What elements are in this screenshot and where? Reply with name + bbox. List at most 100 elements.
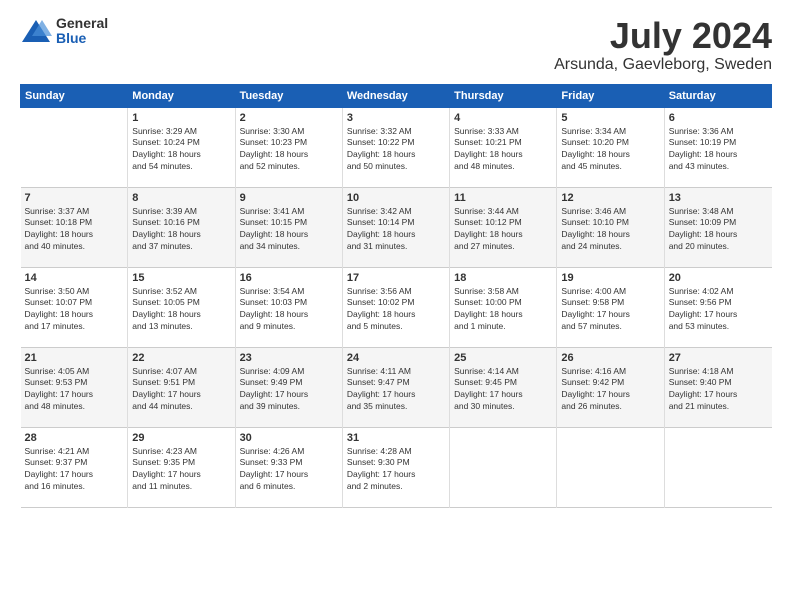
calendar-cell: 6 Sunrise: 3:36 AMSunset: 10:19 PMDayligh… xyxy=(664,107,771,187)
cell-content: Sunrise: 3:41 AMSunset: 10:15 PMDaylight… xyxy=(240,206,338,254)
day-number: 13 xyxy=(669,192,768,204)
day-number: 31 xyxy=(347,432,445,444)
cell-content: Sunrise: 3:58 AMSunset: 10:00 PMDaylight… xyxy=(454,286,552,334)
week-row-2: 7 Sunrise: 3:37 AMSunset: 10:18 PMDayligh… xyxy=(21,187,772,267)
calendar-cell: 4 Sunrise: 3:33 AMSunset: 10:21 PMDayligh… xyxy=(450,107,557,187)
calendar-cell: 13 Sunrise: 3:48 AMSunset: 10:09 PMDaylig… xyxy=(664,187,771,267)
cell-content: Sunrise: 4:16 AMSunset: 9:42 PMDaylight:… xyxy=(561,366,659,414)
day-number: 5 xyxy=(561,112,659,124)
cell-content: Sunrise: 3:48 AMSunset: 10:09 PMDaylight… xyxy=(669,206,768,254)
calendar-cell: 14 Sunrise: 3:50 AMSunset: 10:07 PMDaylig… xyxy=(21,267,128,347)
day-number: 19 xyxy=(561,272,659,284)
calendar-cell: 27 Sunrise: 4:18 AMSunset: 9:40 PMDayligh… xyxy=(664,347,771,427)
calendar-table: SundayMondayTuesdayWednesdayThursdayFrid… xyxy=(20,84,772,508)
day-number: 25 xyxy=(454,352,552,364)
day-number: 16 xyxy=(240,272,338,284)
day-number: 18 xyxy=(454,272,552,284)
day-number: 4 xyxy=(454,112,552,124)
day-number: 2 xyxy=(240,112,338,124)
header-row: SundayMondayTuesdayWednesdayThursdayFrid… xyxy=(21,84,772,107)
cell-content: Sunrise: 3:42 AMSunset: 10:14 PMDaylight… xyxy=(347,206,445,254)
day-number: 9 xyxy=(240,192,338,204)
day-number: 11 xyxy=(454,192,552,204)
cell-content: Sunrise: 3:50 AMSunset: 10:07 PMDaylight… xyxy=(25,286,124,334)
calendar-cell: 17 Sunrise: 3:56 AMSunset: 10:02 PMDaylig… xyxy=(342,267,449,347)
cell-content: Sunrise: 4:14 AMSunset: 9:45 PMDaylight:… xyxy=(454,366,552,414)
cell-content: Sunrise: 3:44 AMSunset: 10:12 PMDaylight… xyxy=(454,206,552,254)
header: General Blue July 2024 Arsunda, Gaevlebo… xyxy=(20,16,772,74)
cell-content: Sunrise: 4:07 AMSunset: 9:51 PMDaylight:… xyxy=(132,366,230,414)
day-number: 7 xyxy=(25,192,124,204)
calendar-cell: 12 Sunrise: 3:46 AMSunset: 10:10 PMDaylig… xyxy=(557,187,664,267)
day-number: 28 xyxy=(25,432,124,444)
cell-content: Sunrise: 4:00 AMSunset: 9:58 PMDaylight:… xyxy=(561,286,659,334)
calendar-header: SundayMondayTuesdayWednesdayThursdayFrid… xyxy=(21,84,772,107)
page: General Blue July 2024 Arsunda, Gaevlebo… xyxy=(0,0,792,612)
cell-content: Sunrise: 4:11 AMSunset: 9:47 PMDaylight:… xyxy=(347,366,445,414)
location: Arsunda, Gaevleborg, Sweden xyxy=(554,56,772,74)
calendar-cell: 5Sunrise: 3:34 AMSunset: 10:20 PMDayligh… xyxy=(557,107,664,187)
calendar-cell: 25 Sunrise: 4:14 AMSunset: 9:45 PMDayligh… xyxy=(450,347,557,427)
calendar-cell: 9 Sunrise: 3:41 AMSunset: 10:15 PMDayligh… xyxy=(235,187,342,267)
cell-content: Sunrise: 3:52 AMSunset: 10:05 PMDaylight… xyxy=(132,286,230,334)
cell-content: Sunrise: 3:46 AMSunset: 10:10 PMDaylight… xyxy=(561,206,659,254)
cell-content: Sunrise: 3:30 AMSunset: 10:23 PMDaylight… xyxy=(240,126,338,174)
week-row-5: 28 Sunrise: 4:21 AMSunset: 9:37 PMDayligh… xyxy=(21,427,772,507)
week-row-3: 14 Sunrise: 3:50 AMSunset: 10:07 PMDaylig… xyxy=(21,267,772,347)
cell-content: Sunrise: 3:54 AMSunset: 10:03 PMDaylight… xyxy=(240,286,338,334)
cell-content: Sunrise: 4:21 AMSunset: 9:37 PMDaylight:… xyxy=(25,446,124,494)
cell-content: Sunrise: 4:26 AMSunset: 9:33 PMDaylight:… xyxy=(240,446,338,494)
cell-content: Sunrise: 4:05 AMSunset: 9:53 PMDaylight:… xyxy=(25,366,124,414)
day-number: 15 xyxy=(132,272,230,284)
day-number: 22 xyxy=(132,352,230,364)
calendar-cell: 2 Sunrise: 3:30 AMSunset: 10:23 PMDayligh… xyxy=(235,107,342,187)
cell-content: Sunrise: 3:36 AMSunset: 10:19 PMDaylight… xyxy=(669,126,768,174)
cell-content: Sunrise: 3:32 AMSunset: 10:22 PMDaylight… xyxy=(347,126,445,174)
calendar-cell xyxy=(664,427,771,507)
cell-content: Sunrise: 4:23 AMSunset: 9:35 PMDaylight:… xyxy=(132,446,230,494)
logo: General Blue xyxy=(20,16,108,47)
calendar-cell: 23 Sunrise: 4:09 AMSunset: 9:49 PMDayligh… xyxy=(235,347,342,427)
month-year: July 2024 xyxy=(554,16,772,56)
day-number: 27 xyxy=(669,352,768,364)
cell-content: Sunrise: 4:02 AMSunset: 9:56 PMDaylight:… xyxy=(669,286,768,334)
day-number: 20 xyxy=(669,272,768,284)
day-number: 1 xyxy=(132,112,230,124)
cell-content: Sunrise: 4:18 AMSunset: 9:40 PMDaylight:… xyxy=(669,366,768,414)
calendar-cell: 7 Sunrise: 3:37 AMSunset: 10:18 PMDayligh… xyxy=(21,187,128,267)
calendar-cell xyxy=(21,107,128,187)
day-number: 30 xyxy=(240,432,338,444)
calendar-body: 1 Sunrise: 3:29 AMSunset: 10:24 PMDayligh… xyxy=(21,107,772,507)
calendar-cell: 16 Sunrise: 3:54 AMSunset: 10:03 PMDaylig… xyxy=(235,267,342,347)
calendar-cell: 18 Sunrise: 3:58 AMSunset: 10:00 PMDaylig… xyxy=(450,267,557,347)
cell-content: Sunrise: 3:29 AMSunset: 10:24 PMDaylight… xyxy=(132,126,230,174)
header-thursday: Thursday xyxy=(450,84,557,107)
header-monday: Monday xyxy=(128,84,235,107)
cell-content: Sunrise: 3:37 AMSunset: 10:18 PMDaylight… xyxy=(25,206,124,254)
calendar-cell: 3Sunrise: 3:32 AMSunset: 10:22 PMDayligh… xyxy=(342,107,449,187)
cell-content: Sunrise: 3:56 AMSunset: 10:02 PMDaylight… xyxy=(347,286,445,334)
title-block: July 2024 Arsunda, Gaevleborg, Sweden xyxy=(554,16,772,74)
calendar-cell: 30 Sunrise: 4:26 AMSunset: 9:33 PMDayligh… xyxy=(235,427,342,507)
day-number: 8 xyxy=(132,192,230,204)
calendar-cell: 26Sunrise: 4:16 AMSunset: 9:42 PMDayligh… xyxy=(557,347,664,427)
day-number: 17 xyxy=(347,272,445,284)
day-number: 12 xyxy=(561,192,659,204)
cell-content: Sunrise: 3:33 AMSunset: 10:21 PMDaylight… xyxy=(454,126,552,174)
header-saturday: Saturday xyxy=(664,84,771,107)
logo-icon xyxy=(20,18,52,44)
cell-content: Sunrise: 3:39 AMSunset: 10:16 PMDaylight… xyxy=(132,206,230,254)
cell-content: Sunrise: 4:09 AMSunset: 9:49 PMDaylight:… xyxy=(240,366,338,414)
day-number: 23 xyxy=(240,352,338,364)
header-wednesday: Wednesday xyxy=(342,84,449,107)
calendar-cell: 1 Sunrise: 3:29 AMSunset: 10:24 PMDayligh… xyxy=(128,107,235,187)
calendar-cell: 21Sunrise: 4:05 AMSunset: 9:53 PMDayligh… xyxy=(21,347,128,427)
header-tuesday: Tuesday xyxy=(235,84,342,107)
calendar-cell: 28 Sunrise: 4:21 AMSunset: 9:37 PMDayligh… xyxy=(21,427,128,507)
calendar-cell: 22 Sunrise: 4:07 AMSunset: 9:51 PMDayligh… xyxy=(128,347,235,427)
day-number: 14 xyxy=(25,272,124,284)
calendar-cell: 19 Sunrise: 4:00 AMSunset: 9:58 PMDayligh… xyxy=(557,267,664,347)
logo-general: General xyxy=(56,16,108,31)
day-number: 10 xyxy=(347,192,445,204)
day-number: 6 xyxy=(669,112,768,124)
